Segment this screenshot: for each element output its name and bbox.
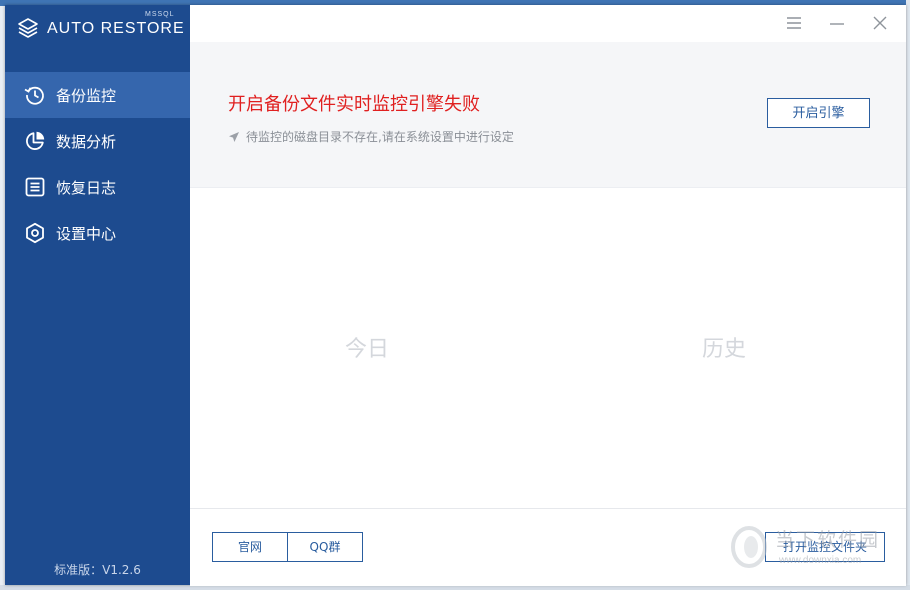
qq-group-button[interactable]: QQ群 [287, 533, 362, 561]
send-icon [229, 132, 239, 142]
sidebar-item-settings[interactable]: 设置中心 [5, 210, 190, 256]
settings-icon [26, 222, 44, 244]
app-name: AUTO RESTORE [47, 20, 185, 37]
today-label: 今日 [345, 337, 390, 362]
watermark-url: www.downxia.com [779, 555, 862, 566]
close-icon[interactable] [870, 13, 890, 33]
error-title: 开启备份文件实时监控引擎失败 [228, 94, 480, 115]
website-button[interactable]: 官网 [213, 533, 287, 561]
sidebar: AUTO RESTORE MSSQL 备份监控 数据分析 恢复日志 设置中心 标… [5, 5, 190, 585]
sidebar-item-label: 备份监控 [56, 87, 117, 105]
history-label: 历史 [702, 337, 747, 362]
history-icon [24, 86, 44, 105]
app-logo: AUTO RESTORE MSSQL [17, 11, 187, 45]
background-window-edge-right [906, 0, 910, 590]
sidebar-item-label: 数据分析 [56, 133, 117, 151]
sidebar-item-backup-monitor[interactable]: 备份监控 [5, 72, 190, 118]
list-icon [25, 177, 45, 197]
sidebar-item-label: 恢复日志 [56, 179, 117, 197]
start-engine-button[interactable]: 开启引擎 [767, 98, 870, 128]
banner-hint-text: 待监控的磁盘目录不存在,请在系统设置中进行设定 [246, 130, 514, 144]
title-bar [190, 5, 906, 42]
main-content: 今日 历史 [190, 188, 906, 508]
footer-link-group: 官网 QQ群 [212, 532, 363, 562]
watermark-logo-icon [731, 526, 767, 568]
version-label: 标准版：V1.2.6 [54, 563, 141, 577]
watermark: 当下软件园 www.downxia.com [729, 523, 899, 578]
sidebar-item-label: 设置中心 [56, 225, 117, 243]
status-banner: 开启备份文件实时监控引擎失败 待监控的磁盘目录不存在,请在系统设置中进行设定 开… [190, 42, 906, 188]
banner-hint: 待监控的磁盘目录不存在,请在系统设置中进行设定 [228, 128, 514, 145]
watermark-text: 当下软件园 [775, 529, 881, 551]
app-brand-sup: MSSQL [145, 11, 175, 18]
app-window: AUTO RESTORE MSSQL 备份监控 数据分析 恢复日志 设置中心 标… [5, 5, 906, 586]
layers-icon [18, 18, 38, 38]
pie-chart-icon [26, 131, 45, 150]
menu-icon[interactable] [784, 13, 804, 33]
sidebar-item-restore-log[interactable]: 恢复日志 [5, 164, 190, 210]
sidebar-item-data-analysis[interactable]: 数据分析 [5, 118, 190, 164]
minimize-icon[interactable] [827, 13, 847, 33]
sidebar-nav: 备份监控 数据分析 恢复日志 设置中心 [5, 72, 190, 256]
